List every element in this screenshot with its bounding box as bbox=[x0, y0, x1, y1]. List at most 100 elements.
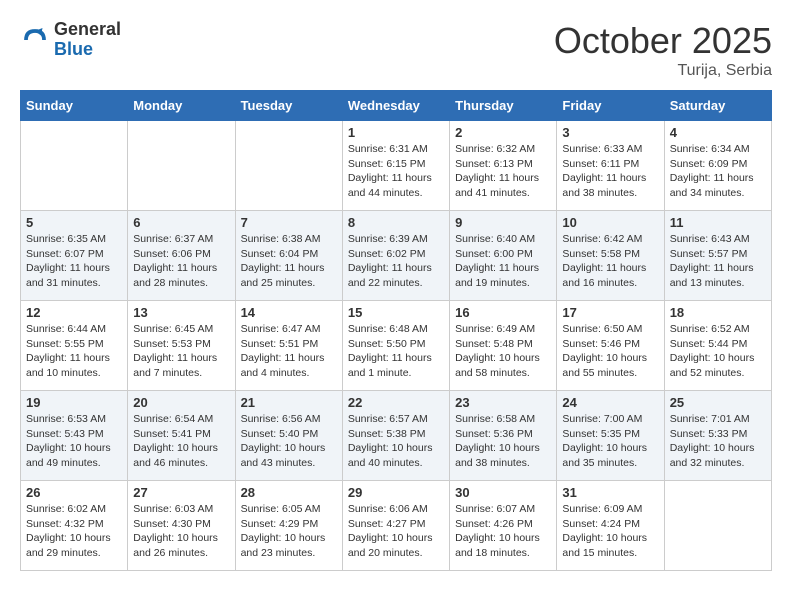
day-number: 21 bbox=[241, 395, 337, 410]
day-cell: 13 Sunrise: 6:45 AM Sunset: 5:53 PM Dayli… bbox=[128, 301, 235, 391]
day-cell: 14Sunrise: 6:47 AM Sunset: 5:51 PM Dayli… bbox=[235, 301, 342, 391]
day-info: Sunrise: 6:33 AM Sunset: 6:11 PM Dayligh… bbox=[562, 142, 658, 201]
day-number: 4 bbox=[670, 125, 766, 140]
page-header: General Blue October 2025 Turija, Serbia bbox=[20, 20, 772, 80]
day-info: Sunrise: 7:00 AM Sunset: 5:35 PM Dayligh… bbox=[562, 412, 658, 471]
day-cell: 27 Sunrise: 6:03 AM Sunset: 4:30 PM Dayli… bbox=[128, 481, 235, 571]
day-cell: 19 Sunrise: 6:53 AM Sunset: 5:43 PM Dayli… bbox=[21, 391, 128, 481]
week-row-5: 26 Sunrise: 6:02 AM Sunset: 4:32 PM Dayli… bbox=[21, 481, 772, 571]
day-info: Sunrise: 7:01 AM Sunset: 5:33 PM Dayligh… bbox=[670, 412, 766, 471]
header-cell-sunday: Sunday bbox=[21, 91, 128, 121]
logo: General Blue bbox=[20, 20, 121, 60]
day-number: 9 bbox=[455, 215, 551, 230]
day-number: 27 bbox=[133, 485, 229, 500]
day-cell: 8Sunrise: 6:39 AM Sunset: 6:02 PM Daylig… bbox=[342, 211, 449, 301]
day-number: 7 bbox=[241, 215, 337, 230]
week-row-1: 1 Sunrise: 6:31 AM Sunset: 6:15 PM Daylig… bbox=[21, 121, 772, 211]
day-info: Sunrise: 6:56 AM Sunset: 5:40 PM Dayligh… bbox=[241, 412, 337, 471]
logo-text: General Blue bbox=[54, 20, 121, 60]
day-cell: 28 Sunrise: 6:05 AM Sunset: 4:29 PM Dayli… bbox=[235, 481, 342, 571]
day-cell: 30 Sunrise: 6:07 AM Sunset: 4:26 PM Dayli… bbox=[450, 481, 557, 571]
day-cell bbox=[21, 121, 128, 211]
day-cell: 15 Sunrise: 6:48 AM Sunset: 5:50 PM Dayli… bbox=[342, 301, 449, 391]
day-number: 6 bbox=[133, 215, 229, 230]
day-cell: 31Sunrise: 6:09 AM Sunset: 4:24 PM Dayli… bbox=[557, 481, 664, 571]
logo-icon bbox=[20, 25, 50, 55]
month-title: October 2025 bbox=[554, 20, 772, 62]
day-info: Sunrise: 6:31 AM Sunset: 6:15 PM Dayligh… bbox=[348, 142, 444, 201]
day-number: 5 bbox=[26, 215, 122, 230]
day-info: Sunrise: 6:48 AM Sunset: 5:50 PM Dayligh… bbox=[348, 322, 444, 381]
header-cell-monday: Monday bbox=[128, 91, 235, 121]
day-cell: 20 Sunrise: 6:54 AM Sunset: 5:41 PM Dayli… bbox=[128, 391, 235, 481]
day-cell: 3 Sunrise: 6:33 AM Sunset: 6:11 PM Daylig… bbox=[557, 121, 664, 211]
day-cell: 11 Sunrise: 6:43 AM Sunset: 5:57 PM Dayli… bbox=[664, 211, 771, 301]
day-number: 18 bbox=[670, 305, 766, 320]
calendar-body: 1 Sunrise: 6:31 AM Sunset: 6:15 PM Daylig… bbox=[21, 121, 772, 571]
day-number: 13 bbox=[133, 305, 229, 320]
day-info: Sunrise: 6:03 AM Sunset: 4:30 PM Dayligh… bbox=[133, 502, 229, 561]
day-cell: 21 Sunrise: 6:56 AM Sunset: 5:40 PM Dayli… bbox=[235, 391, 342, 481]
day-info: Sunrise: 6:38 AM Sunset: 6:04 PM Dayligh… bbox=[241, 232, 337, 291]
day-info: Sunrise: 6:53 AM Sunset: 5:43 PM Dayligh… bbox=[26, 412, 122, 471]
day-info: Sunrise: 6:06 AM Sunset: 4:27 PM Dayligh… bbox=[348, 502, 444, 561]
day-number: 28 bbox=[241, 485, 337, 500]
day-cell: 1 Sunrise: 6:31 AM Sunset: 6:15 PM Daylig… bbox=[342, 121, 449, 211]
day-info: Sunrise: 6:40 AM Sunset: 6:00 PM Dayligh… bbox=[455, 232, 551, 291]
header-row: SundayMondayTuesdayWednesdayThursdayFrid… bbox=[21, 91, 772, 121]
day-cell: 17Sunrise: 6:50 AM Sunset: 5:46 PM Dayli… bbox=[557, 301, 664, 391]
week-row-3: 12Sunrise: 6:44 AM Sunset: 5:55 PM Dayli… bbox=[21, 301, 772, 391]
day-cell bbox=[664, 481, 771, 571]
calendar-header: SundayMondayTuesdayWednesdayThursdayFrid… bbox=[21, 91, 772, 121]
day-info: Sunrise: 6:42 AM Sunset: 5:58 PM Dayligh… bbox=[562, 232, 658, 291]
day-info: Sunrise: 6:05 AM Sunset: 4:29 PM Dayligh… bbox=[241, 502, 337, 561]
day-info: Sunrise: 6:50 AM Sunset: 5:46 PM Dayligh… bbox=[562, 322, 658, 381]
day-info: Sunrise: 6:34 AM Sunset: 6:09 PM Dayligh… bbox=[670, 142, 766, 201]
day-cell: 29Sunrise: 6:06 AM Sunset: 4:27 PM Dayli… bbox=[342, 481, 449, 571]
header-cell-thursday: Thursday bbox=[450, 91, 557, 121]
day-number: 1 bbox=[348, 125, 444, 140]
day-info: Sunrise: 6:58 AM Sunset: 5:36 PM Dayligh… bbox=[455, 412, 551, 471]
day-number: 15 bbox=[348, 305, 444, 320]
day-number: 30 bbox=[455, 485, 551, 500]
day-cell bbox=[128, 121, 235, 211]
day-number: 11 bbox=[670, 215, 766, 230]
day-info: Sunrise: 6:07 AM Sunset: 4:26 PM Dayligh… bbox=[455, 502, 551, 561]
day-number: 22 bbox=[348, 395, 444, 410]
logo-general: General bbox=[54, 20, 121, 40]
day-cell: 10 Sunrise: 6:42 AM Sunset: 5:58 PM Dayli… bbox=[557, 211, 664, 301]
day-cell: 5Sunrise: 6:35 AM Sunset: 6:07 PM Daylig… bbox=[21, 211, 128, 301]
header-cell-friday: Friday bbox=[557, 91, 664, 121]
day-cell: 6 Sunrise: 6:37 AM Sunset: 6:06 PM Daylig… bbox=[128, 211, 235, 301]
day-cell: 18 Sunrise: 6:52 AM Sunset: 5:44 PM Dayli… bbox=[664, 301, 771, 391]
day-info: Sunrise: 6:02 AM Sunset: 4:32 PM Dayligh… bbox=[26, 502, 122, 561]
day-number: 20 bbox=[133, 395, 229, 410]
day-cell: 25Sunrise: 7:01 AM Sunset: 5:33 PM Dayli… bbox=[664, 391, 771, 481]
day-info: Sunrise: 6:52 AM Sunset: 5:44 PM Dayligh… bbox=[670, 322, 766, 381]
day-info: Sunrise: 6:45 AM Sunset: 5:53 PM Dayligh… bbox=[133, 322, 229, 381]
day-number: 8 bbox=[348, 215, 444, 230]
header-cell-saturday: Saturday bbox=[664, 91, 771, 121]
location-subtitle: Turija, Serbia bbox=[554, 62, 772, 80]
title-area: October 2025 Turija, Serbia bbox=[554, 20, 772, 80]
day-cell: 12Sunrise: 6:44 AM Sunset: 5:55 PM Dayli… bbox=[21, 301, 128, 391]
day-number: 12 bbox=[26, 305, 122, 320]
day-info: Sunrise: 6:54 AM Sunset: 5:41 PM Dayligh… bbox=[133, 412, 229, 471]
day-cell: 9 Sunrise: 6:40 AM Sunset: 6:00 PM Daylig… bbox=[450, 211, 557, 301]
day-info: Sunrise: 6:43 AM Sunset: 5:57 PM Dayligh… bbox=[670, 232, 766, 291]
day-info: Sunrise: 6:49 AM Sunset: 5:48 PM Dayligh… bbox=[455, 322, 551, 381]
day-info: Sunrise: 6:37 AM Sunset: 6:06 PM Dayligh… bbox=[133, 232, 229, 291]
day-number: 26 bbox=[26, 485, 122, 500]
day-number: 10 bbox=[562, 215, 658, 230]
day-cell: 24 Sunrise: 7:00 AM Sunset: 5:35 PM Dayli… bbox=[557, 391, 664, 481]
day-number: 3 bbox=[562, 125, 658, 140]
day-number: 2 bbox=[455, 125, 551, 140]
day-number: 23 bbox=[455, 395, 551, 410]
day-number: 24 bbox=[562, 395, 658, 410]
day-info: Sunrise: 6:09 AM Sunset: 4:24 PM Dayligh… bbox=[562, 502, 658, 561]
day-cell bbox=[235, 121, 342, 211]
day-number: 16 bbox=[455, 305, 551, 320]
day-cell: 22Sunrise: 6:57 AM Sunset: 5:38 PM Dayli… bbox=[342, 391, 449, 481]
day-cell: 23 Sunrise: 6:58 AM Sunset: 5:36 PM Dayli… bbox=[450, 391, 557, 481]
day-number: 19 bbox=[26, 395, 122, 410]
